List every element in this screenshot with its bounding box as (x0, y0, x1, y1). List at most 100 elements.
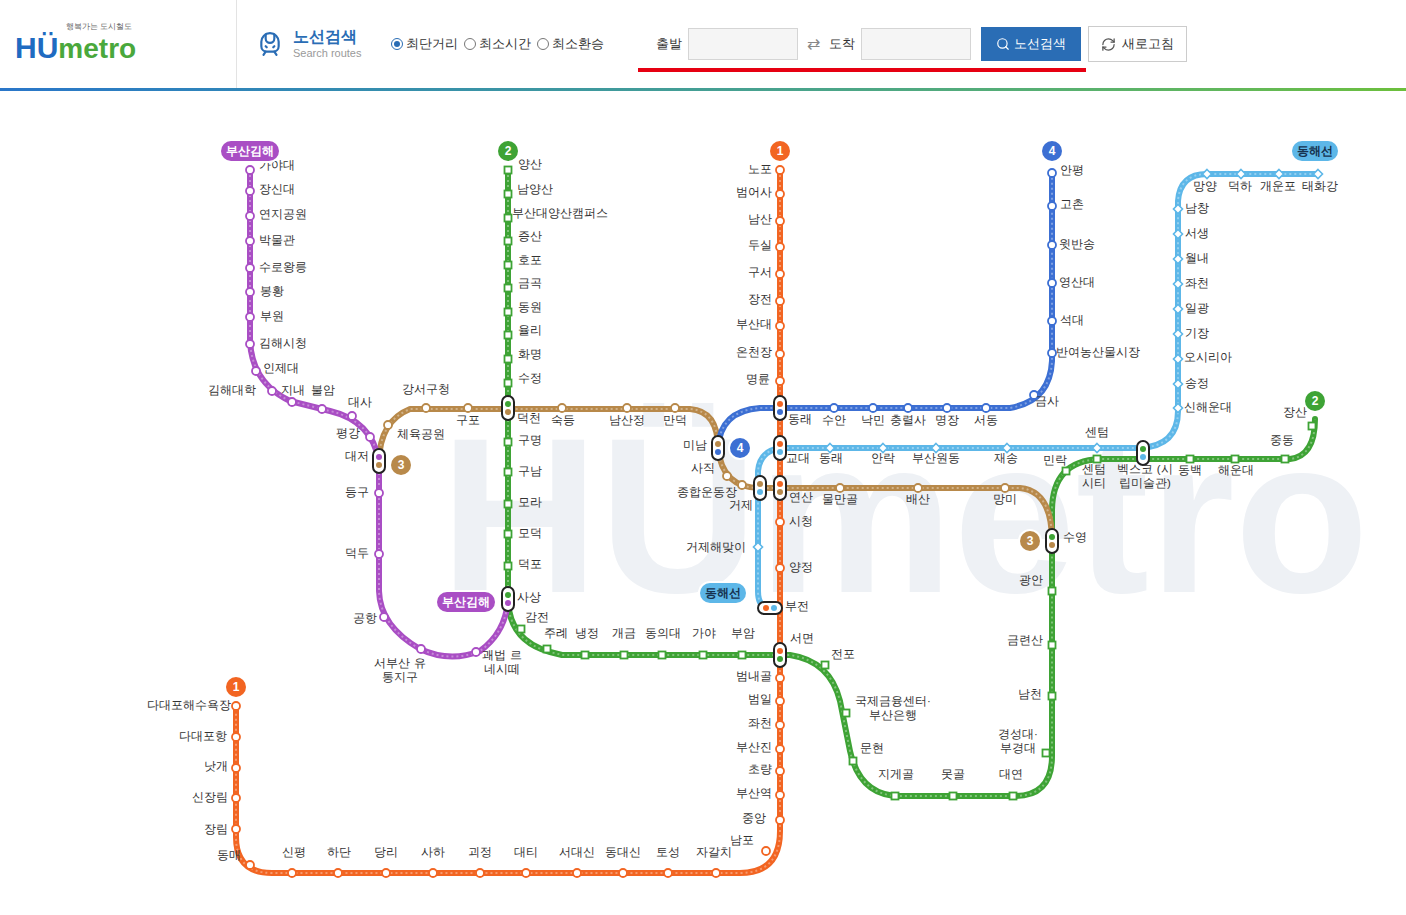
station-marker[interactable] (505, 439, 512, 446)
radio[interactable] (391, 38, 403, 50)
station-marker[interactable] (1049, 588, 1056, 595)
station-marker[interactable] (879, 444, 888, 453)
station-marker[interactable] (232, 733, 240, 741)
station-marker[interactable] (505, 563, 512, 570)
station-marker[interactable] (932, 444, 941, 453)
station-marker[interactable] (522, 869, 530, 877)
station-marker[interactable] (1174, 230, 1183, 239)
station-marker[interactable] (776, 791, 784, 799)
station-marker[interactable] (623, 404, 631, 412)
station-marker[interactable] (505, 380, 512, 387)
station-marker[interactable] (334, 869, 342, 877)
station-marker[interactable] (252, 367, 260, 375)
station-marker[interactable] (982, 404, 990, 412)
transfer-station[interactable] (1045, 528, 1059, 554)
station-marker[interactable] (246, 861, 254, 869)
station-marker[interactable] (246, 313, 254, 321)
station-marker[interactable] (1174, 280, 1183, 289)
station-marker[interactable] (1282, 456, 1289, 463)
station-marker[interactable] (380, 613, 388, 621)
station-marker[interactable] (505, 215, 512, 222)
station-marker[interactable] (1048, 317, 1056, 325)
station-marker[interactable] (382, 869, 390, 877)
station-marker[interactable] (1174, 380, 1183, 389)
station-marker[interactable] (1174, 330, 1183, 339)
station-marker[interactable] (1174, 404, 1183, 413)
station-marker[interactable] (892, 793, 899, 800)
station-marker[interactable] (318, 405, 326, 413)
route-option[interactable]: 최소시간 (464, 34, 531, 54)
station-marker[interactable] (1237, 170, 1246, 179)
station-marker[interactable] (1048, 241, 1056, 249)
station-marker[interactable] (664, 869, 672, 877)
transfer-station[interactable] (1136, 440, 1150, 466)
station-marker[interactable] (1187, 456, 1194, 463)
station-marker[interactable] (914, 484, 922, 492)
transfer-station[interactable] (711, 435, 725, 461)
transfer-station[interactable] (501, 586, 515, 612)
station-marker[interactable] (232, 825, 240, 833)
transfer-station[interactable] (773, 435, 787, 461)
station-marker[interactable] (776, 217, 784, 225)
station-marker[interactable] (869, 404, 877, 412)
station-marker[interactable] (1174, 205, 1183, 214)
radio[interactable] (537, 38, 549, 50)
station-marker[interactable] (476, 869, 484, 877)
station-marker[interactable] (1048, 202, 1056, 210)
transfer-station[interactable] (773, 642, 787, 668)
transfer-station[interactable] (757, 601, 783, 615)
station-marker[interactable] (505, 262, 512, 269)
station-marker[interactable] (1174, 355, 1183, 364)
station-marker[interactable] (464, 404, 472, 412)
station-marker[interactable] (232, 764, 240, 772)
station-marker[interactable] (246, 212, 254, 220)
station-marker[interactable] (776, 745, 784, 753)
transfer-station[interactable] (773, 475, 787, 501)
station-marker[interactable] (776, 697, 784, 705)
station-marker[interactable] (1048, 279, 1056, 287)
station-marker[interactable] (739, 652, 746, 659)
station-marker[interactable] (776, 674, 784, 682)
station-marker[interactable] (384, 421, 392, 429)
station-marker[interactable] (505, 167, 512, 174)
station-marker[interactable] (776, 297, 784, 305)
station-marker[interactable] (505, 309, 512, 316)
station-marker[interactable] (843, 710, 850, 717)
station-marker[interactable] (1043, 750, 1050, 757)
station-marker[interactable] (505, 332, 512, 339)
station-marker[interactable] (776, 377, 784, 385)
station-marker[interactable] (429, 869, 437, 877)
station-marker[interactable] (246, 187, 254, 195)
station-marker[interactable] (505, 356, 512, 363)
station-marker[interactable] (1093, 444, 1102, 453)
station-marker[interactable] (943, 404, 951, 412)
station-marker[interactable] (754, 543, 763, 552)
station-marker[interactable] (246, 340, 254, 348)
station-marker[interactable] (776, 322, 784, 330)
station-marker[interactable] (776, 767, 784, 775)
station-marker[interactable] (582, 652, 589, 659)
station-marker[interactable] (505, 469, 512, 476)
station-marker[interactable] (776, 518, 784, 526)
swap-icon[interactable]: ⇄ (807, 32, 820, 56)
route-option[interactable]: 최단거리 (391, 34, 458, 54)
transfer-station[interactable] (501, 395, 515, 421)
station-marker[interactable] (776, 190, 784, 198)
station-marker[interactable] (375, 489, 383, 497)
station-marker[interactable] (950, 793, 957, 800)
transfer-station[interactable] (773, 395, 787, 421)
station-marker[interactable] (1174, 255, 1183, 264)
station-marker[interactable] (1048, 349, 1056, 357)
station-marker[interactable] (836, 484, 844, 492)
station-marker[interactable] (268, 387, 276, 395)
station-marker[interactable] (850, 758, 857, 765)
station-marker[interactable] (1063, 468, 1070, 475)
station-marker[interactable] (505, 531, 512, 538)
station-marker[interactable] (776, 721, 784, 729)
transfer-station[interactable] (372, 448, 386, 474)
station-marker[interactable] (573, 869, 581, 877)
station-marker[interactable] (712, 869, 720, 877)
station-marker[interactable] (1003, 444, 1012, 453)
station-marker[interactable] (288, 869, 296, 877)
station-marker[interactable] (232, 794, 240, 802)
